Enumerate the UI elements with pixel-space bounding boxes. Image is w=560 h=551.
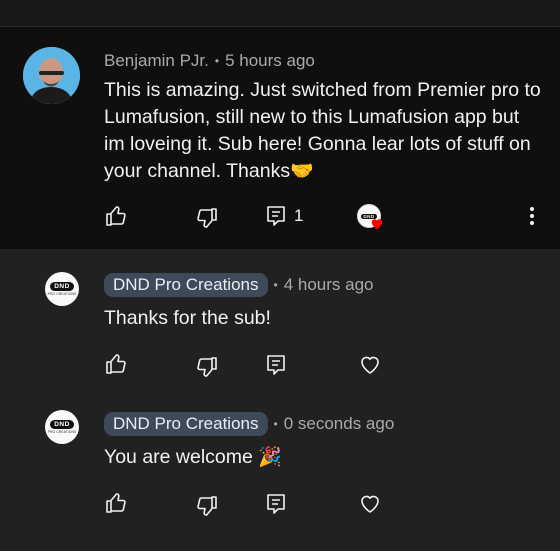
- thumbs-up-icon: [106, 206, 126, 226]
- reply-count[interactable]: 1: [294, 206, 303, 226]
- avatar-logo-text: DND: [50, 420, 74, 429]
- creator-author-chip[interactable]: DND Pro Creations: [104, 273, 268, 297]
- comment-more-button[interactable]: [529, 205, 535, 225]
- avatar-logo-subtext: PRO CREATIONS: [47, 292, 77, 296]
- reply-icon: [267, 206, 285, 226]
- reply-meta: DND Pro Creations • 0 seconds ago: [104, 412, 394, 436]
- creator-heart-icon: [371, 219, 383, 230]
- thumbs-up-icon: [106, 354, 126, 374]
- reply-avatar[interactable]: DND PRO CREATIONS: [45, 410, 79, 444]
- party-popper-emoji: 🎉: [258, 447, 282, 468]
- separator-dot: •: [273, 278, 278, 292]
- heart-button[interactable]: [358, 492, 382, 516]
- separator-dot: •: [273, 417, 278, 431]
- heart-outline-icon: [361, 356, 379, 374]
- like-button[interactable]: [104, 352, 128, 376]
- thumbs-down-icon: [197, 357, 217, 377]
- reply-text: You are welcome 🎉: [104, 444, 282, 471]
- creator-heart-badge: DND: [357, 204, 383, 230]
- top-bar: [0, 0, 560, 27]
- more-vert-icon: [529, 207, 535, 225]
- thumbs-down-icon: [197, 496, 217, 516]
- dislike-button[interactable]: [195, 206, 219, 230]
- avatar-logo-text: DND: [50, 282, 74, 291]
- comment-author[interactable]: Benjamin PJr.: [104, 51, 209, 71]
- reply-time[interactable]: 0 seconds ago: [284, 414, 395, 434]
- thumbs-up-icon: [106, 493, 126, 513]
- reply-button[interactable]: [264, 204, 288, 228]
- reply-text: Thanks for the sub!: [104, 305, 271, 332]
- heart-button[interactable]: [358, 353, 382, 377]
- reply-icon: [267, 355, 285, 375]
- reply-icon: [267, 494, 285, 514]
- reply-meta: DND Pro Creations • 4 hours ago: [104, 273, 374, 297]
- reply-button[interactable]: [264, 353, 288, 377]
- reply-avatar[interactable]: DND PRO CREATIONS: [45, 272, 79, 306]
- creator-author-chip[interactable]: DND Pro Creations: [104, 412, 268, 436]
- handshake-emoji: 🤝: [290, 161, 314, 182]
- like-button[interactable]: [104, 204, 128, 228]
- reply-button[interactable]: [264, 492, 288, 516]
- dislike-button[interactable]: [195, 355, 219, 379]
- dislike-button[interactable]: [195, 494, 219, 518]
- avatar-logo-subtext: PRO CREATIONS: [47, 430, 77, 434]
- comment-meta: Benjamin PJr. • 5 hours ago: [104, 51, 315, 71]
- comment-text: This is amazing. Just switched from Prem…: [104, 77, 544, 185]
- comment-text-content: This is amazing. Just switched from Prem…: [104, 79, 541, 182]
- comment-time[interactable]: 5 hours ago: [225, 51, 315, 71]
- thumbs-down-icon: [197, 208, 217, 228]
- like-button[interactable]: [104, 491, 128, 515]
- heart-outline-icon: [361, 495, 379, 513]
- reply-text-content: Thanks for the sub!: [104, 307, 271, 329]
- avatar-portrait-icon: [23, 47, 80, 104]
- reply-time[interactable]: 4 hours ago: [284, 275, 374, 295]
- reply-text-content: You are welcome: [104, 446, 253, 468]
- commenter-avatar[interactable]: [23, 47, 80, 104]
- separator-dot: •: [214, 54, 220, 68]
